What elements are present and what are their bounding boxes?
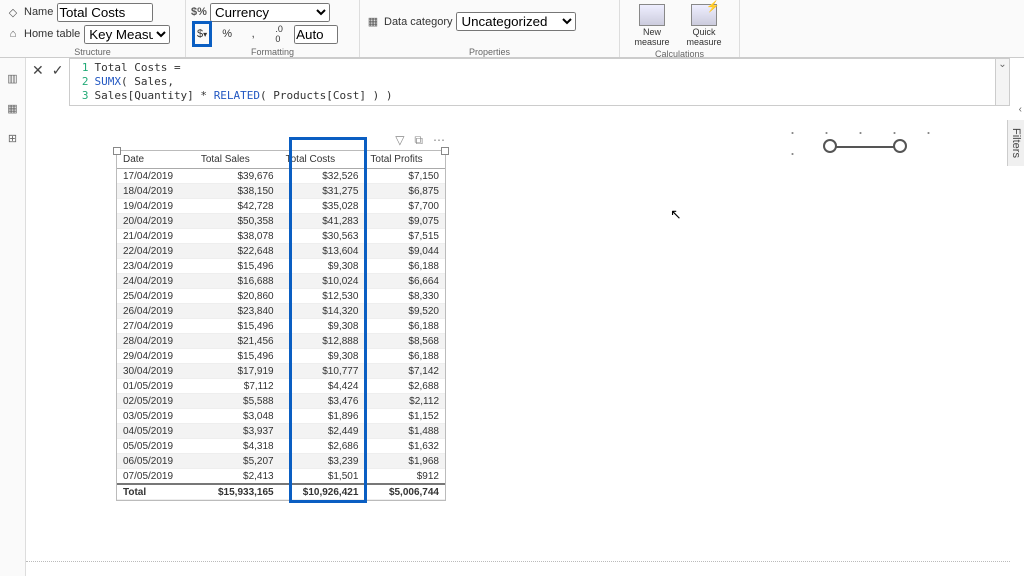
format-icon: $% xyxy=(192,5,206,19)
report-view-icon[interactable]: ▥ xyxy=(5,70,21,86)
dots-icon: . . . . . . xyxy=(790,118,952,160)
table-row: 28/04/2019$21,456$12,888$8,568 xyxy=(117,334,445,349)
table-header[interactable]: Total Profits xyxy=(364,151,445,169)
table-row: 30/04/2019$17,919$10,777$7,142 xyxy=(117,364,445,379)
commit-formula-icon[interactable]: ✓ xyxy=(52,62,64,79)
table-total-row: Total$15,933,165$10,926,421$5,006,744 xyxy=(117,484,445,500)
datacat-icon: ▦ xyxy=(366,15,380,29)
home-table-select[interactable]: Key Measures xyxy=(84,25,170,44)
table-row: 05/05/2019$4,318$2,686$1,632 xyxy=(117,439,445,454)
table-row: 19/04/2019$42,728$35,028$7,700 xyxy=(117,199,445,214)
view-rail: ▥ ▦ ⊞ xyxy=(0,58,26,576)
format-type-select[interactable]: Currency xyxy=(210,3,330,22)
cursor-icon: ↖ xyxy=(670,206,682,223)
table-row: 25/04/2019$20,860$12,530$8,330 xyxy=(117,289,445,304)
filters-pane-tab[interactable]: Filters xyxy=(1007,120,1024,166)
home-table-label: Home table xyxy=(24,28,80,40)
comma-button[interactable]: , xyxy=(242,24,264,44)
formatting-group-label: Formatting xyxy=(192,46,353,57)
table-row: 22/04/2019$22,648$13,604$9,044 xyxy=(117,244,445,259)
focus-visual-icon[interactable]: ⧉ xyxy=(414,133,423,148)
report-canvas[interactable]: ▽ ⧉ ⋯ DateTotal SalesTotal CostsTotal Pr… xyxy=(26,110,1010,576)
table-row: 03/05/2019$3,048$1,896$1,152 xyxy=(117,409,445,424)
table-row: 01/05/2019$7,112$4,424$2,688 xyxy=(117,379,445,394)
filter-visual-icon[interactable]: ▽ xyxy=(395,133,404,148)
table-row: 07/05/2019$2,413$1,501$912 xyxy=(117,469,445,485)
currency-symbol-button[interactable]: $ ▾ xyxy=(192,21,212,47)
table-row: 20/04/2019$50,358$41,283$9,075 xyxy=(117,214,445,229)
more-visual-icon[interactable]: ⋯ xyxy=(433,133,445,148)
formula-expand-icon[interactable]: ⌄ xyxy=(996,58,1010,106)
table-row: 23/04/2019$15,496$9,308$6,188 xyxy=(117,259,445,274)
table-row: 29/04/2019$15,496$9,308$6,188 xyxy=(117,349,445,364)
formula-editor[interactable]: 1Total Costs = 2SUMX( Sales, 3 Sales[Qua… xyxy=(69,58,996,106)
table-visual[interactable]: ▽ ⧉ ⋯ DateTotal SalesTotal CostsTotal Pr… xyxy=(116,150,446,501)
table-header[interactable]: Date xyxy=(117,151,195,169)
name-input[interactable] xyxy=(57,3,153,22)
sync-slicer-gizmo: . . . . . . xyxy=(790,116,960,166)
cancel-formula-icon[interactable]: ✕ xyxy=(32,62,44,79)
ribbon: ◇ Name ⌂ Home table Key Measures Structu… xyxy=(0,0,1024,58)
calculator-bolt-icon xyxy=(691,4,717,26)
data-table: DateTotal SalesTotal CostsTotal Profits … xyxy=(117,151,445,500)
table-row: 04/05/2019$3,937$2,449$1,488 xyxy=(117,424,445,439)
canvas-border xyxy=(26,561,1010,562)
new-measure-button[interactable]: New measure xyxy=(626,2,678,48)
structure-group-label: Structure xyxy=(6,46,179,57)
model-view-icon[interactable]: ⊞ xyxy=(5,130,21,146)
name-label: Name xyxy=(24,6,53,18)
tag-icon: ◇ xyxy=(6,5,20,19)
table-row: 26/04/2019$23,840$14,320$9,520 xyxy=(117,304,445,319)
filters-collapse-icon[interactable]: ‹ xyxy=(1019,104,1022,115)
table-row: 21/04/2019$38,078$30,563$7,515 xyxy=(117,229,445,244)
formula-bar: ✕ ✓ 1Total Costs = 2SUMX( Sales, 3 Sales… xyxy=(26,58,1010,106)
table-header[interactable]: Total Sales xyxy=(195,151,280,169)
properties-group-label: Properties xyxy=(366,46,613,57)
datacat-label: Data category xyxy=(384,16,452,28)
table-row: 24/04/2019$16,688$10,024$6,664 xyxy=(117,274,445,289)
percent-button[interactable]: % xyxy=(216,24,238,44)
table-row: 02/05/2019$5,588$3,476$2,112 xyxy=(117,394,445,409)
datacat-select[interactable]: Uncategorized xyxy=(456,12,576,31)
table-row: 18/04/2019$38,150$31,275$6,875 xyxy=(117,184,445,199)
home-icon: ⌂ xyxy=(6,27,20,41)
decimal-button[interactable]: .00 xyxy=(268,24,290,44)
table-header[interactable]: Total Costs xyxy=(280,151,365,169)
table-row: 17/04/2019$39,676$32,526$7,150 xyxy=(117,169,445,184)
calculator-icon xyxy=(639,4,665,26)
data-view-icon[interactable]: ▦ xyxy=(5,100,21,116)
decimals-input[interactable] xyxy=(294,25,338,44)
quick-measure-button[interactable]: Quick measure xyxy=(678,2,730,48)
table-row: 06/05/2019$5,207$3,239$1,968 xyxy=(117,454,445,469)
table-row: 27/04/2019$15,496$9,308$6,188 xyxy=(117,319,445,334)
